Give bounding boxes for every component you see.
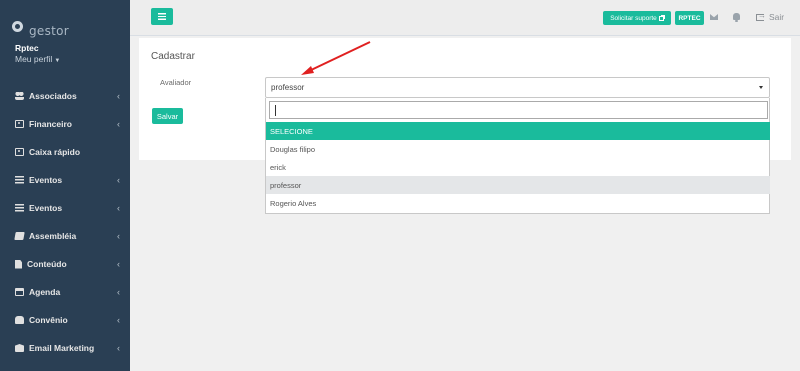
list-icon: [15, 204, 24, 212]
dropdown-option-rogerio-alves[interactable]: Rogerio Alves: [266, 194, 770, 212]
external-link-icon: [658, 14, 665, 21]
dropdown-option-professor[interactable]: professor: [266, 176, 770, 194]
hamburger-icon: [158, 13, 166, 20]
chevron-left-icon: ‹: [117, 175, 120, 185]
book-icon: [14, 232, 25, 240]
chevron-left-icon: ‹: [117, 91, 120, 101]
sidebar-item-label: Convênio: [29, 315, 68, 325]
dropdown-option-erick[interactable]: erick: [266, 158, 770, 176]
sidebar-item-label: Financeiro: [29, 119, 72, 129]
annotation-arrow: [301, 41, 371, 75]
chevron-left-icon: ‹: [117, 343, 120, 353]
sidebar-item-caixa-rapido[interactable]: Caixa rápido: [0, 138, 130, 166]
menu-toggle-button[interactable]: [151, 8, 173, 25]
signout-icon: [756, 11, 766, 21]
sidebar-item-label: Conteúdo: [27, 259, 67, 269]
money-icon: [15, 120, 24, 128]
sidebar: gestor Rptec Meu perfil ▼ Associados ‹ Fi…: [0, 0, 130, 371]
top-navbar: Solicitar suporte RPTEC Sair: [130, 0, 800, 36]
avaliador-label: Avaliador: [160, 78, 192, 87]
sidebar-item-label: Email Marketing: [29, 343, 95, 353]
caret-down-icon: ▼: [54, 58, 61, 64]
sidebar-item-label: Eventos: [29, 203, 63, 213]
save-button[interactable]: Salvar: [152, 108, 183, 124]
profile-link-label: Meu perfil: [15, 54, 53, 64]
users-icon: [15, 92, 24, 100]
money-icon: [15, 148, 24, 156]
sidebar-item-label: Eventos: [29, 175, 63, 185]
page-title: Cadastrar: [151, 51, 195, 62]
sidebar-item-associados[interactable]: Associados ‹: [0, 82, 130, 110]
sidebar-item-eventos-2[interactable]: Eventos ‹: [0, 194, 130, 222]
dropdown-option-douglas-filipo[interactable]: Douglas filipo: [266, 140, 770, 158]
text-cursor: [275, 105, 276, 116]
sidebar-item-label: Caixa rápido: [29, 147, 81, 157]
chevron-left-icon: ‹: [117, 119, 120, 129]
signout-button[interactable]: Sair: [756, 11, 785, 22]
chevron-left-icon: ‹: [117, 231, 120, 241]
chevron-left-icon: ‹: [117, 259, 120, 269]
envelope-icon[interactable]: [710, 14, 718, 20]
sidebar-item-assembleia[interactable]: Assembléia ‹: [0, 222, 130, 250]
caret-down-icon: [759, 86, 763, 89]
sidebar-item-conteudo[interactable]: Conteúdo ‹: [0, 250, 130, 278]
support-button-label: Solicitar suporte: [610, 14, 657, 22]
chevron-left-icon: ‹: [117, 315, 120, 325]
sidebar-item-financeiro[interactable]: Financeiro ‹: [0, 110, 130, 138]
dropdown-search-input[interactable]: [269, 101, 768, 119]
logo-text: gestor: [29, 24, 70, 38]
select-value: professor: [271, 83, 305, 92]
file-icon: [15, 259, 22, 269]
signout-label: Sair: [769, 12, 785, 22]
avaliador-select[interactable]: professor: [265, 77, 770, 98]
profile-menu[interactable]: Meu perfil ▼: [15, 54, 60, 64]
sidebar-item-eventos[interactable]: Eventos ‹: [0, 166, 130, 194]
envelope-open-icon: [15, 344, 24, 352]
calendar-icon: [15, 288, 24, 296]
company-button[interactable]: RPTEC: [675, 11, 704, 25]
dropdown-option-selecione[interactable]: SELECIONE: [266, 122, 770, 140]
sidebar-item-label: Assembléia: [29, 231, 77, 241]
user-name: Rptec: [15, 43, 39, 53]
sidebar-item-email-marketing[interactable]: Email Marketing ‹: [0, 334, 130, 362]
chevron-left-icon: ‹: [117, 287, 120, 297]
sidebar-item-convenio[interactable]: Convênio ‹: [0, 306, 130, 334]
bell-icon[interactable]: [733, 13, 740, 22]
support-button[interactable]: Solicitar suporte: [603, 11, 671, 25]
handshake-icon: [15, 316, 24, 324]
sidebar-menu: Associados ‹ Financeiro ‹ Caixa rápido E…: [0, 82, 130, 362]
chevron-left-icon: ‹: [117, 203, 120, 213]
list-icon: [15, 176, 24, 184]
app-logo[interactable]: gestor: [12, 14, 69, 38]
sidebar-item-agenda[interactable]: Agenda ‹: [0, 278, 130, 306]
select-dropdown: SELECIONE Douglas filipo erick professor…: [265, 98, 770, 214]
sidebar-item-label: Associados: [29, 91, 77, 101]
logo-icon: [12, 20, 23, 32]
sidebar-item-label: Agenda: [29, 287, 61, 297]
